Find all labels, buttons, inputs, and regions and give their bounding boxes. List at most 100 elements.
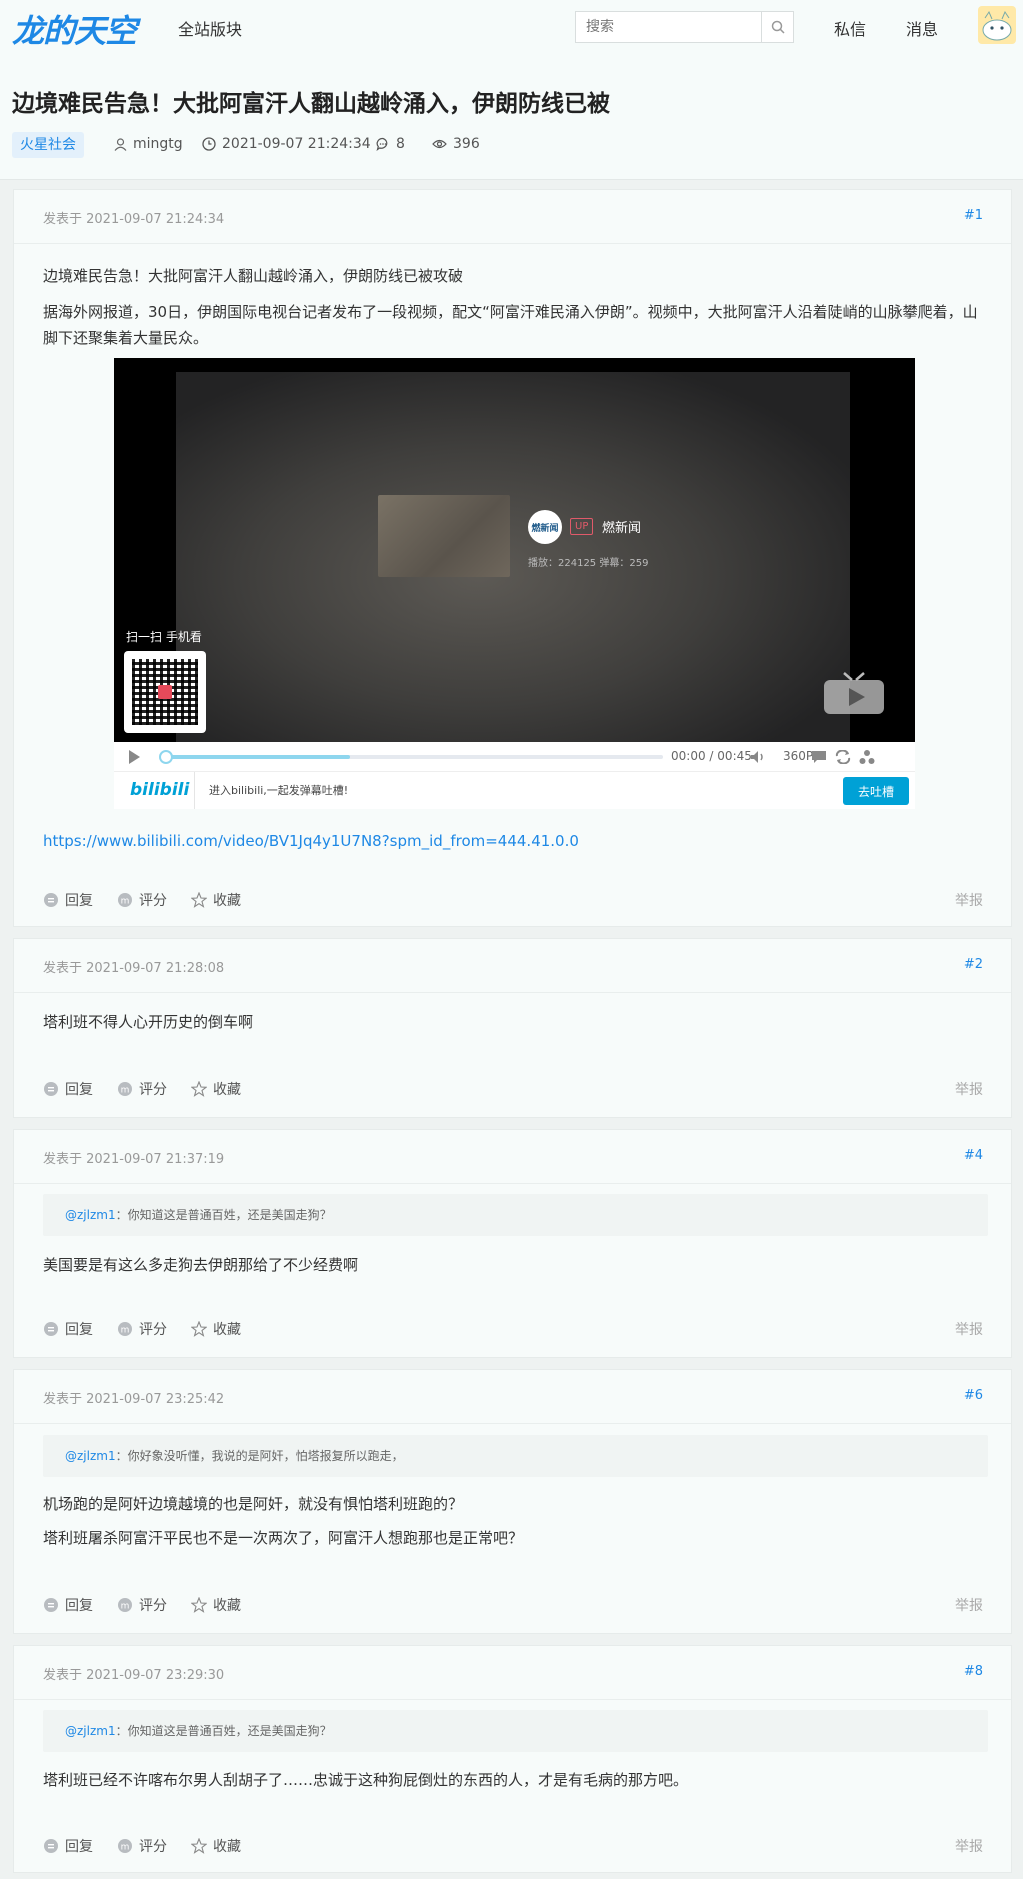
progress-bar[interactable] bbox=[166, 755, 663, 759]
comment-icon bbox=[376, 137, 388, 151]
svg-text:m: m bbox=[121, 1326, 130, 1336]
post-6: 发表于 2021-09-07 23:25:42 #6 @zjlzm1：你好象没听… bbox=[13, 1369, 1012, 1634]
danmaku-button[interactable]: 去吐槽 bbox=[843, 777, 909, 805]
rate-icon: m bbox=[118, 1839, 132, 1853]
qr-code-pattern bbox=[132, 659, 198, 725]
star-icon bbox=[191, 1838, 207, 1854]
post-header: 发表于 2021-09-07 21:28:08 #2 bbox=[14, 939, 1011, 993]
report-button[interactable]: 举报 bbox=[955, 890, 983, 910]
reply-label: 回复 bbox=[65, 1598, 93, 1614]
reply-icon bbox=[44, 1839, 58, 1853]
post-8: 发表于 2021-09-07 23:29:30 #8 @zjlzm1：你知道这是… bbox=[13, 1645, 1012, 1873]
report-button[interactable]: 举报 bbox=[955, 1836, 983, 1856]
search-button[interactable] bbox=[761, 12, 793, 42]
player-controls: 00:00 / 00:45 360P bbox=[114, 742, 915, 772]
reply-icon bbox=[44, 1598, 58, 1612]
rate-button[interactable]: m 评分 bbox=[117, 1079, 167, 1099]
favorite-button[interactable]: 收藏 bbox=[191, 1595, 241, 1615]
settings-icon[interactable] bbox=[859, 749, 875, 765]
post-4: 发表于 2021-09-07 21:37:19 #4 @zjlzm1：你知道这是… bbox=[13, 1129, 1012, 1358]
forum-tag[interactable]: 火星社会 bbox=[12, 132, 84, 158]
reply-button[interactable]: 回复 bbox=[43, 890, 93, 910]
favorite-button[interactable]: 收藏 bbox=[191, 1079, 241, 1099]
video-thumbnail[interactable] bbox=[378, 495, 510, 577]
svg-text:m: m bbox=[121, 1086, 130, 1096]
quote-user[interactable]: @zjlzm1 bbox=[65, 1449, 116, 1463]
uploader-avatar[interactable]: 燃新闻 bbox=[528, 510, 562, 544]
nav-all-boards[interactable]: 全站版块 bbox=[178, 16, 242, 40]
post-floor-number[interactable]: #6 bbox=[964, 1388, 983, 1403]
quote-user[interactable]: @zjlzm1 bbox=[65, 1724, 116, 1738]
post-1: 发表于 2021-09-07 21:24:34 #1 边境难民告急！大批阿富汗人… bbox=[13, 189, 1012, 927]
post-date: 发表于 2021-09-07 23:25:42 bbox=[43, 1392, 225, 1407]
report-button[interactable]: 举报 bbox=[955, 1595, 983, 1615]
favorite-button[interactable]: 收藏 bbox=[191, 1836, 241, 1856]
progress-knob[interactable] bbox=[159, 750, 173, 764]
post-2: 发表于 2021-09-07 21:28:08 #2 塔利班不得人心开历史的倒车… bbox=[13, 938, 1012, 1118]
time-current: 00:00 bbox=[671, 749, 706, 763]
thread-author[interactable]: mingtg bbox=[114, 136, 183, 152]
reply-button[interactable]: 回复 bbox=[43, 1836, 93, 1856]
rate-button[interactable]: m 评分 bbox=[117, 890, 167, 910]
post-actions: 回复 m 评分 收藏 bbox=[43, 890, 241, 910]
clock-icon bbox=[202, 137, 216, 151]
nav-private-messages[interactable]: 私信 bbox=[834, 16, 866, 40]
favorite-label: 收藏 bbox=[213, 1082, 241, 1098]
reply-button[interactable]: 回复 bbox=[43, 1079, 93, 1099]
report-button[interactable]: 举报 bbox=[955, 1319, 983, 1339]
site-logo[interactable]: 龙的天空 bbox=[12, 6, 137, 52]
post-floor-number[interactable]: #4 bbox=[964, 1148, 983, 1163]
favorite-button[interactable]: 收藏 bbox=[191, 1319, 241, 1339]
rate-label: 评分 bbox=[139, 1598, 167, 1614]
rate-button[interactable]: m 评分 bbox=[117, 1836, 167, 1856]
reply-button[interactable]: 回复 bbox=[43, 1595, 93, 1615]
user-avatar[interactable] bbox=[978, 6, 1016, 44]
reply-label: 回复 bbox=[65, 1322, 93, 1338]
datetime-text: 2021-09-07 21:24:34 bbox=[222, 136, 371, 152]
report-button[interactable]: 举报 bbox=[955, 1079, 983, 1099]
post-text-line: 塔利班屠杀阿富汗平民也不是一次两次了，阿富汗人想跑那也是正常吧？ bbox=[43, 1529, 524, 1547]
quote-user[interactable]: @zjlzm1 bbox=[65, 1208, 116, 1222]
uploader-name[interactable]: 燃新闻 bbox=[602, 517, 641, 536]
post-floor-number[interactable]: #8 bbox=[964, 1664, 983, 1679]
post-floor-number[interactable]: #2 bbox=[964, 957, 983, 972]
post-text-line: 塔利班已经不许喀布尔男人刮胡子了……忠诚于这种狗屁倒灶的东西的人，才是有毛病的那… bbox=[43, 1771, 689, 1789]
post-text-line: 塔利班不得人心开历史的倒车啊 bbox=[43, 1013, 254, 1031]
post-text-line: 边境难民告急！大批阿富汗人翻山越岭涌入，伊朗防线已被攻破 bbox=[43, 267, 464, 285]
post-actions: 回复 m 评分 收藏 bbox=[43, 1595, 241, 1615]
video-frame bbox=[176, 372, 850, 742]
reply-label: 回复 bbox=[65, 893, 93, 909]
rate-icon: m bbox=[118, 1322, 132, 1336]
rate-icon: m bbox=[118, 893, 132, 907]
post-actions: 回复 m 评分 收藏 bbox=[43, 1079, 241, 1099]
loop-icon[interactable] bbox=[835, 750, 851, 764]
bilibili-logo[interactable]: bilibili bbox=[130, 780, 189, 800]
thread-title: 边境难民告急！大批阿富汗人翻山越岭涌入，伊朗防线已被 bbox=[12, 91, 610, 117]
video-link[interactable]: https://www.bilibili.com/video/BV1Jq4y1U… bbox=[43, 832, 579, 850]
post-header: 发表于 2021-09-07 21:37:19 #4 bbox=[14, 1130, 1011, 1184]
danmaku-icon[interactable] bbox=[811, 750, 827, 764]
quote-block: @zjlzm1：你好象没听懂，我说的是阿奸，怕塔报复所以跑走， bbox=[43, 1435, 988, 1477]
progress-buffered bbox=[166, 755, 350, 759]
rate-button[interactable]: m 评分 bbox=[117, 1319, 167, 1339]
search-input[interactable] bbox=[576, 12, 761, 42]
reply-label: 回复 bbox=[65, 1839, 93, 1855]
reply-button[interactable]: 回复 bbox=[43, 1319, 93, 1339]
video-screen[interactable]: 燃新闻 UP 燃新闻 播放：224125 弹幕：259 扫一扫 手机看 bbox=[114, 358, 915, 742]
play-icon[interactable] bbox=[126, 749, 142, 765]
rate-button[interactable]: m 评分 bbox=[117, 1595, 167, 1615]
favorite-button[interactable]: 收藏 bbox=[191, 890, 241, 910]
avatar-icon bbox=[982, 10, 1012, 41]
post-actions: 回复 m 评分 收藏 bbox=[43, 1836, 241, 1856]
quality-selector[interactable]: 360P bbox=[783, 749, 813, 763]
up-tag: UP bbox=[570, 518, 594, 535]
post-floor-number[interactable]: #1 bbox=[964, 208, 983, 223]
top-nav-bar: 龙的天空 全站版块 私信 消息 bbox=[0, 0, 1023, 52]
volume-icon[interactable] bbox=[750, 750, 766, 764]
rate-label: 评分 bbox=[139, 1839, 167, 1855]
reply-icon bbox=[44, 1322, 58, 1336]
reply-icon bbox=[44, 1082, 58, 1096]
view-count: 396 bbox=[453, 136, 480, 152]
nav-notifications[interactable]: 消息 bbox=[906, 16, 938, 40]
tv-play-icon[interactable] bbox=[822, 671, 886, 717]
